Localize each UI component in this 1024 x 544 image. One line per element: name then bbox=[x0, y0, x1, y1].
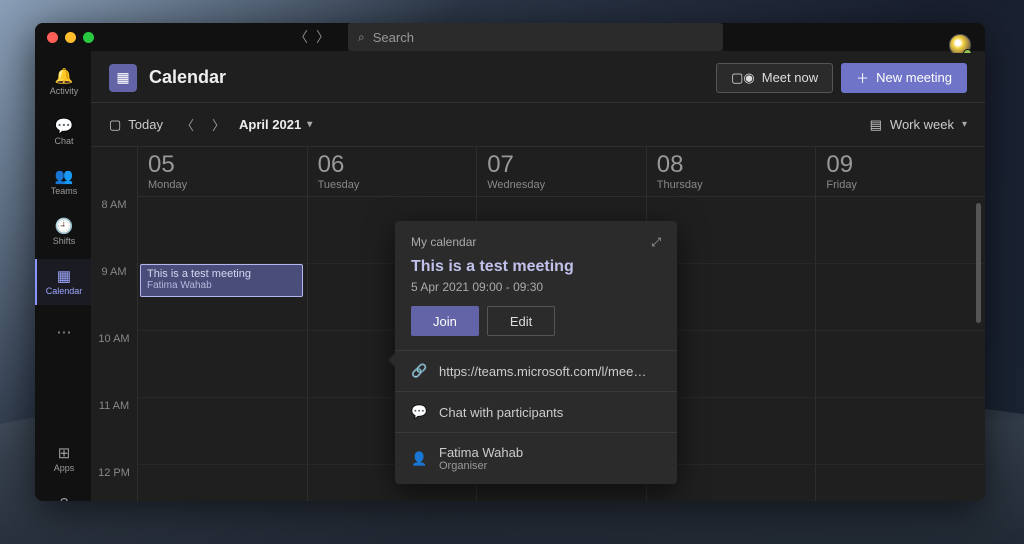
plus-icon: ＋ bbox=[856, 68, 869, 87]
search-placeholder: Search bbox=[373, 30, 414, 45]
calendar-event[interactable]: This is a test meeting Fatima Wahab bbox=[140, 264, 303, 297]
link-icon: 🔗 bbox=[411, 363, 427, 379]
join-button[interactable]: Join bbox=[411, 306, 479, 336]
day-number: 09 bbox=[826, 151, 975, 179]
window-controls bbox=[47, 32, 94, 43]
history-nav: 〈 〉 bbox=[294, 27, 330, 47]
meeting-link: https://teams.microsoft.com/l/meetup-joi… bbox=[439, 364, 649, 379]
chevron-down-icon: ▾ bbox=[307, 119, 312, 130]
organizer-name: Fatima Wahab bbox=[439, 445, 523, 460]
maximize-window-button[interactable] bbox=[83, 32, 94, 43]
month-picker[interactable]: April 2021 ▾ bbox=[239, 117, 312, 132]
rail-label: Activity bbox=[50, 86, 79, 96]
chat-icon: 💬 bbox=[411, 404, 427, 420]
help-icon: ? bbox=[60, 496, 68, 502]
organizer-role: Organiser bbox=[439, 460, 523, 472]
rail-label: Shifts bbox=[53, 236, 76, 246]
today-icon: ▢ bbox=[109, 117, 121, 133]
today-label: Today bbox=[128, 117, 163, 132]
time-gutter: 8 AM 9 AM 10 AM 11 AM 12 PM bbox=[91, 147, 137, 501]
rail-label: Apps bbox=[54, 463, 75, 473]
main-panel: ▦ Calendar ▢◉ Meet now ＋ New meeting ▢ T… bbox=[91, 53, 985, 501]
rail-apps[interactable]: ⊞ Apps bbox=[35, 436, 91, 482]
chevron-down-icon: ▾ bbox=[962, 119, 967, 130]
chat-icon: 💬 bbox=[55, 119, 74, 134]
rail-more[interactable]: ⋯ bbox=[35, 309, 91, 355]
meet-now-button[interactable]: ▢◉ Meet now bbox=[716, 63, 833, 93]
page-title: Calendar bbox=[149, 67, 226, 88]
hour-label: 9 AM bbox=[91, 264, 137, 331]
rail-label: Calendar bbox=[46, 286, 83, 296]
rail-activity[interactable]: 🔔 Activity bbox=[35, 59, 91, 105]
new-meeting-label: New meeting bbox=[876, 70, 952, 85]
apps-icon: ⊞ bbox=[58, 446, 71, 461]
day-name: Monday bbox=[148, 179, 297, 191]
close-window-button[interactable] bbox=[47, 32, 58, 43]
event-organizer: Fatima Wahab bbox=[147, 280, 296, 291]
app-window: 〈 〉 ⌕ Search 🔔 Activity 💬 Chat 👥 Teams bbox=[35, 23, 985, 501]
view-label: Work week bbox=[890, 117, 954, 132]
today-button[interactable]: ▢ Today bbox=[109, 117, 163, 133]
chat-participants-row[interactable]: 💬 Chat with participants bbox=[395, 392, 677, 432]
calendar-toolbar: ▢ Today 〈 〉 April 2021 ▾ ▤ Work week ▾ bbox=[91, 103, 985, 147]
hour-label: 12 PM bbox=[91, 465, 137, 501]
calendar-icon: ▦ bbox=[57, 269, 71, 284]
minimize-window-button[interactable] bbox=[65, 32, 76, 43]
hour-label: 11 AM bbox=[91, 398, 137, 465]
shifts-icon: 🕘 bbox=[55, 219, 74, 234]
video-icon: ▢◉ bbox=[731, 70, 755, 86]
popover-time: 5 Apr 2021 09:00 - 09:30 bbox=[395, 280, 677, 306]
day-number: 08 bbox=[657, 151, 806, 179]
rail-calendar[interactable]: ▦ Calendar bbox=[35, 259, 91, 305]
month-label: April 2021 bbox=[239, 117, 301, 132]
person-icon: 👤 bbox=[411, 451, 427, 467]
titlebar: 〈 〉 ⌕ Search bbox=[35, 23, 985, 51]
app-rail: 🔔 Activity 💬 Chat 👥 Teams 🕘 Shifts ▦ Cal… bbox=[35, 51, 91, 501]
meeting-link-row[interactable]: 🔗 https://teams.microsoft.com/l/meetup-j… bbox=[395, 351, 677, 391]
edit-button[interactable]: Edit bbox=[487, 306, 555, 336]
hour-label: 10 AM bbox=[91, 331, 137, 398]
day-number: 06 bbox=[318, 151, 467, 179]
event-title: This is a test meeting bbox=[147, 268, 296, 280]
popover-title: This is a test meeting bbox=[395, 250, 677, 280]
day-name: Wednesday bbox=[487, 179, 636, 191]
rail-teams[interactable]: 👥 Teams bbox=[35, 159, 91, 205]
chat-label: Chat with participants bbox=[439, 405, 563, 420]
rail-help[interactable]: ? Help bbox=[35, 486, 91, 501]
search-icon: ⌕ bbox=[358, 30, 365, 45]
new-meeting-button[interactable]: ＋ New meeting bbox=[841, 63, 967, 93]
bell-icon: 🔔 bbox=[55, 69, 74, 84]
rail-label: Chat bbox=[54, 136, 73, 146]
forward-button[interactable]: 〉 bbox=[316, 27, 330, 47]
day-name: Friday bbox=[826, 179, 975, 191]
search-input[interactable]: ⌕ Search bbox=[348, 23, 723, 51]
view-picker[interactable]: ▤ Work week ▾ bbox=[870, 117, 967, 133]
scrollbar[interactable] bbox=[976, 203, 981, 323]
hour-label: 8 AM bbox=[91, 197, 137, 264]
day-number: 05 bbox=[148, 151, 297, 179]
popover-calendar-name: My calendar bbox=[411, 235, 476, 250]
rail-chat[interactable]: 💬 Chat bbox=[35, 109, 91, 155]
next-week-button[interactable]: 〉 bbox=[212, 115, 225, 134]
back-button[interactable]: 〈 bbox=[294, 27, 308, 47]
expand-icon[interactable]: ⤢ bbox=[651, 235, 661, 250]
day-name: Tuesday bbox=[318, 179, 467, 191]
day-name: Thursday bbox=[657, 179, 806, 191]
teams-icon: 👥 bbox=[55, 169, 74, 184]
calendar-app-tile: ▦ bbox=[109, 64, 137, 92]
view-icon: ▤ bbox=[870, 117, 882, 133]
calendar-header: ▦ Calendar ▢◉ Meet now ＋ New meeting bbox=[91, 53, 985, 103]
rail-label: Teams bbox=[51, 186, 78, 196]
meet-now-label: Meet now bbox=[762, 70, 818, 85]
more-icon: ⋯ bbox=[57, 325, 72, 340]
day-number: 07 bbox=[487, 151, 636, 179]
event-popover: My calendar ⤢ This is a test meeting 5 A… bbox=[395, 221, 677, 484]
rail-shifts[interactable]: 🕘 Shifts bbox=[35, 209, 91, 255]
day-column-mon[interactable]: 05Monday This is a test meeting Fatima W… bbox=[137, 147, 307, 501]
prev-week-button[interactable]: 〈 bbox=[181, 115, 194, 134]
organizer-row: 👤 Fatima Wahab Organiser bbox=[395, 433, 677, 484]
